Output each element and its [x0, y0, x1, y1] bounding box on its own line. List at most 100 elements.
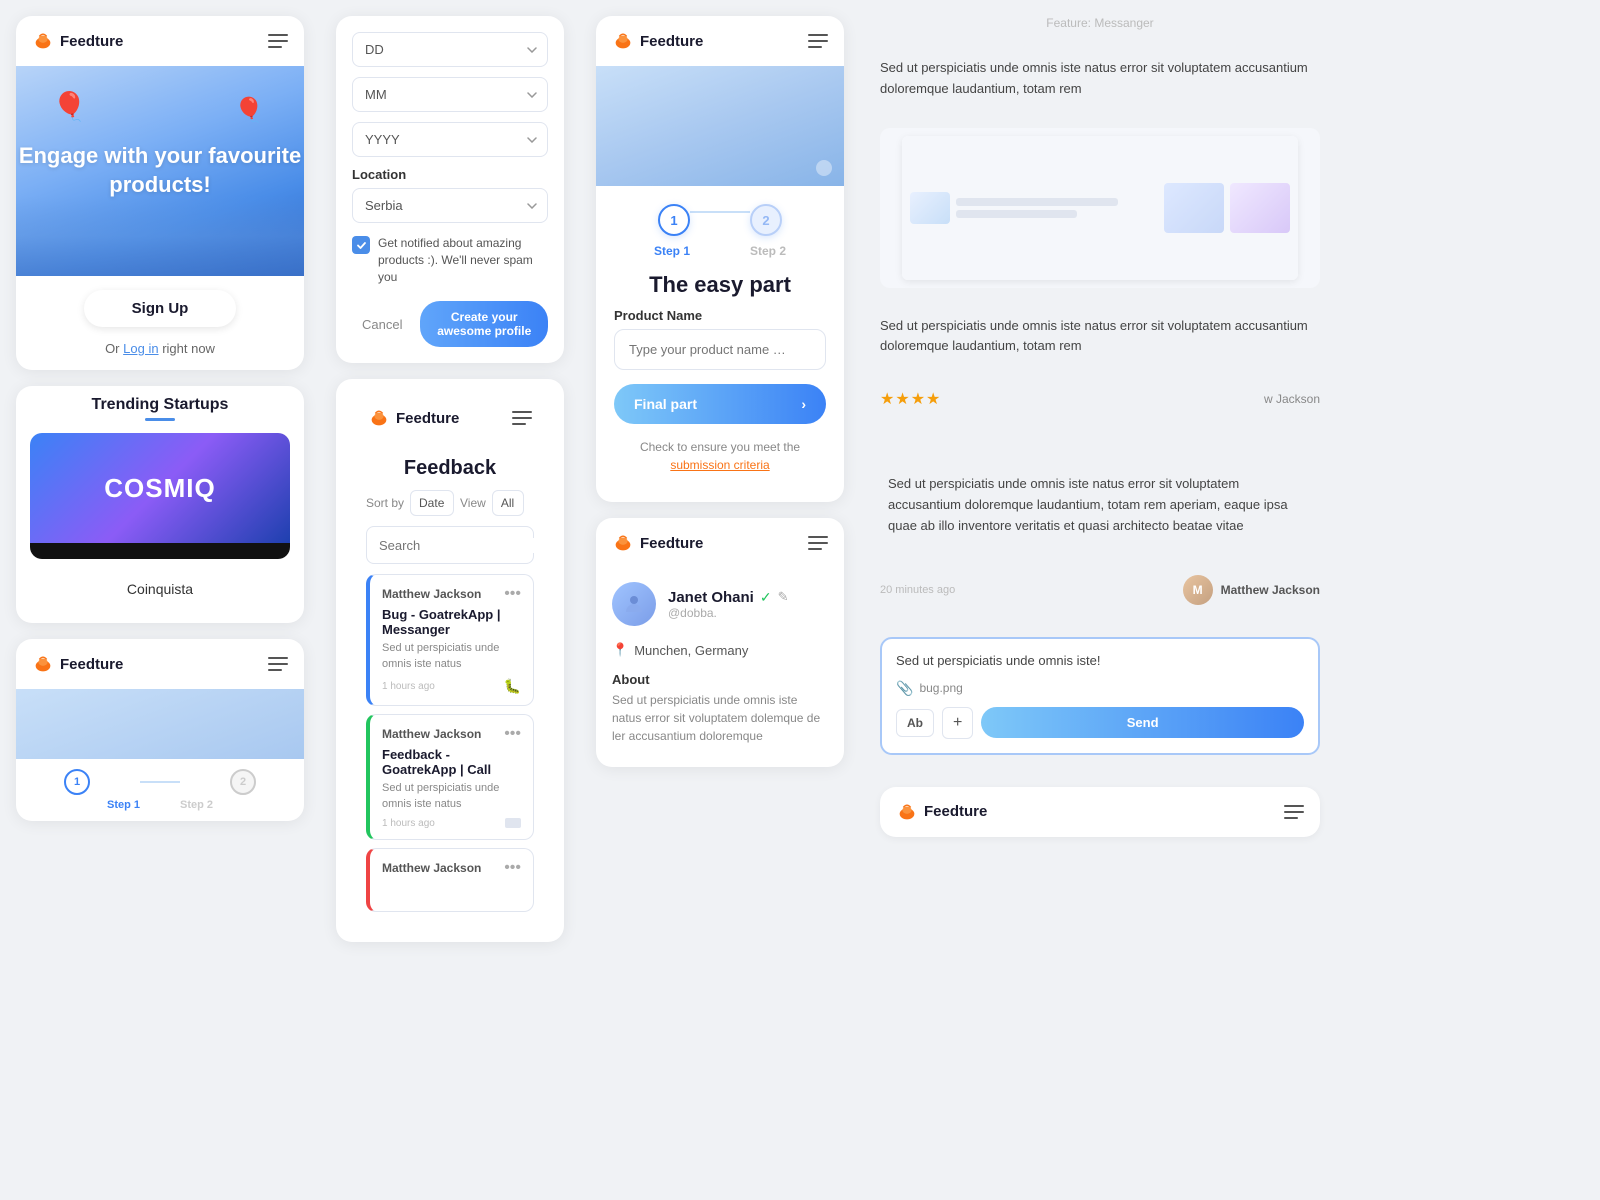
profile-menu-icon[interactable]: [808, 536, 828, 550]
location-text: Munchen, Germany: [634, 643, 748, 658]
feedback-menu-3[interactable]: •••: [504, 859, 521, 877]
dd-select[interactable]: DD: [352, 32, 548, 67]
search-icon: 🔍: [563, 535, 564, 555]
message-text: Sed ut perspiciatis unde omnis iste!: [896, 653, 1304, 668]
feedback-logo: Feedture: [368, 407, 459, 429]
profile-handle: @dobba.: [668, 606, 789, 620]
feedback-author-3: Matthew Jackson: [382, 861, 481, 875]
product-label: Product Name: [596, 308, 844, 329]
location-select[interactable]: Serbia: [352, 188, 548, 223]
preview-inner: [902, 136, 1298, 280]
about-section: About Sed ut perspiciatis unde omnis ist…: [596, 664, 844, 753]
step1-circle: 1: [658, 204, 690, 236]
final-part-button[interactable]: Final part ›: [614, 384, 826, 424]
feedback-title: Feedback: [352, 443, 548, 490]
mini-app-name: Feedture: [60, 656, 123, 673]
reviewer-info: M Matthew Jackson: [1183, 575, 1320, 605]
feature-label: Feature: Messanger: [872, 8, 1328, 42]
bottom-logo-bar: Feedture: [880, 787, 1320, 837]
arrow-right-icon: ›: [801, 396, 806, 412]
reviewer-full-name: Matthew Jackson: [1221, 583, 1320, 597]
bottom-logo: Feedture: [896, 801, 987, 823]
feedback-menu-2[interactable]: •••: [504, 725, 521, 743]
reviewer-avatar: M: [1183, 575, 1213, 605]
app-logo: Feedture: [32, 30, 123, 52]
sort-label: Sort by: [366, 496, 404, 510]
step-app-name: Feedture: [640, 33, 703, 50]
logo-row: Feedture: [16, 16, 304, 66]
signup-button[interactable]: Sign Up: [84, 290, 237, 327]
bottom-menu-icon[interactable]: [1284, 805, 1304, 819]
edit-icon[interactable]: ✎: [778, 589, 789, 605]
trending-underline: [145, 418, 175, 421]
mini-step2-circle: 2: [230, 769, 256, 795]
mini-step-labels: Step 1 Step 2: [16, 799, 304, 811]
star-rating: ★★★★: [880, 389, 941, 409]
ab-button[interactable]: Ab: [896, 709, 934, 737]
product-name-input[interactable]: [614, 329, 826, 370]
feedback-card: Feedture Feedback Sort by Date View All …: [336, 379, 564, 942]
mini-banner: [16, 689, 304, 759]
mini-step2-label: Step 2: [180, 799, 213, 811]
message-input-row: Ab + Send: [896, 707, 1304, 739]
view-select[interactable]: All: [492, 490, 524, 516]
balloon-icon: 🎈: [52, 90, 87, 123]
submission-text: Check to ensure you meet the submission …: [596, 438, 844, 474]
search-input[interactable]: [379, 538, 555, 553]
stepper: 1 2: [596, 186, 844, 244]
mini-stepper: 1 2: [16, 759, 304, 799]
mini-step1-circle: 1: [64, 769, 90, 795]
cancel-button[interactable]: Cancel: [352, 301, 412, 347]
send-button[interactable]: Send: [981, 707, 1304, 738]
feedback-time-2: 1 hours ago: [382, 818, 435, 829]
step2-label: Step 2: [750, 244, 786, 258]
mini-step1-label: Step 1: [107, 799, 140, 811]
step-menu-icon[interactable]: [808, 34, 828, 48]
feedback-item-3: Matthew Jackson •••: [366, 848, 534, 912]
startup-card[interactable]: COSMIQ: [30, 433, 290, 559]
reviewer-row: 20 minutes ago M Matthew Jackson: [872, 569, 1328, 613]
feedture-logo-icon: [32, 30, 54, 52]
mini-menu-icon[interactable]: [268, 657, 288, 671]
feedback-item: Matthew Jackson ••• Bug - GoatrekApp | M…: [366, 574, 534, 706]
mini-logo: Feedture: [32, 653, 123, 675]
review-text-1: Sed ut perspiciatis unde omnis iste natu…: [872, 58, 1328, 100]
review-block-3: Sed ut perspiciatis unde omnis iste natu…: [872, 466, 1328, 552]
plus-button[interactable]: +: [942, 707, 973, 739]
step2-circle: 2: [750, 204, 782, 236]
mm-select[interactable]: MM: [352, 77, 548, 112]
login-prompt: Or Log in right now: [16, 341, 304, 370]
about-text: Sed ut perspiciatis unde omnis iste natu…: [612, 691, 828, 745]
profile-name-row: Janet Ohani ✓ ✎: [668, 589, 789, 606]
search-bar[interactable]: 🔍: [366, 526, 534, 564]
review-text-3: Sed ut perspiciatis unde omnis iste natu…: [880, 474, 1320, 536]
view-label: View: [460, 496, 486, 510]
profile-logo: Feedture: [612, 532, 703, 554]
balloon2-icon: 🎈: [234, 96, 264, 125]
avatar: [612, 582, 656, 626]
hero-tagline: Engage with your favourite products!: [16, 142, 304, 199]
sort-select[interactable]: Date: [410, 490, 454, 516]
profile-card: Feedture Janet Ohani ✓ ✎ @dobba.: [596, 518, 844, 767]
feedback-title-1: Bug - GoatrekApp | Messanger: [382, 607, 521, 637]
review-text-2: Sed ut perspiciatis unde omnis iste natu…: [872, 316, 1328, 358]
step-connector: [690, 211, 750, 213]
feedback-menu-1[interactable]: •••: [504, 585, 521, 603]
trending-title: Trending Startups: [16, 386, 304, 418]
checkbox-checked[interactable]: [352, 236, 370, 254]
step-banner: [596, 66, 844, 186]
bug-icon-1: 🐛: [504, 678, 521, 695]
feedback-menu-icon[interactable]: [512, 411, 532, 425]
mini-step-card: Feedture 1 2 Step 1 Step 2: [16, 639, 304, 821]
yyyy-select[interactable]: YYYY: [352, 122, 548, 157]
submission-link[interactable]: submission criteria: [670, 458, 769, 472]
dd-field-group: DD: [352, 32, 548, 67]
step-logo: Feedture: [612, 30, 703, 52]
menu-icon[interactable]: [268, 34, 288, 48]
feedback-title-2: Feedback - GoatrekApp | Call: [382, 747, 521, 777]
step-wizard-card: Feedture 1 2 Step 1 Step 2: [596, 16, 844, 502]
login-link[interactable]: Log in: [123, 341, 158, 356]
bottom-app-name: Feedture: [924, 803, 987, 820]
hero-banner: 🎈 🎈 Engage with your favourite products!: [16, 66, 304, 276]
create-profile-button[interactable]: Create your awesome profile: [420, 301, 548, 347]
